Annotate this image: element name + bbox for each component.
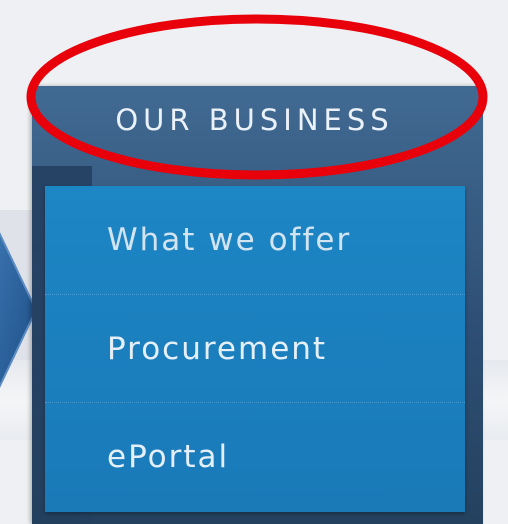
menu-item-eportal[interactable]: ePortal [45,402,465,510]
menu-item-label: Procurement [107,330,328,367]
menu-header[interactable]: OUR BUSINESS [32,86,483,152]
menu-item-procurement[interactable]: Procurement [45,294,465,402]
menu-header-label: OUR BUSINESS [115,103,394,137]
menu-item-label: What we offer [107,222,352,258]
menu-item-label: ePortal [107,438,230,475]
menu-item-what-we-offer[interactable]: What we offer [45,186,465,294]
menu-list: What we offer Procurement ePortal [45,186,465,512]
business-menu: OUR BUSINESS What we offer Procurement e… [32,86,483,524]
